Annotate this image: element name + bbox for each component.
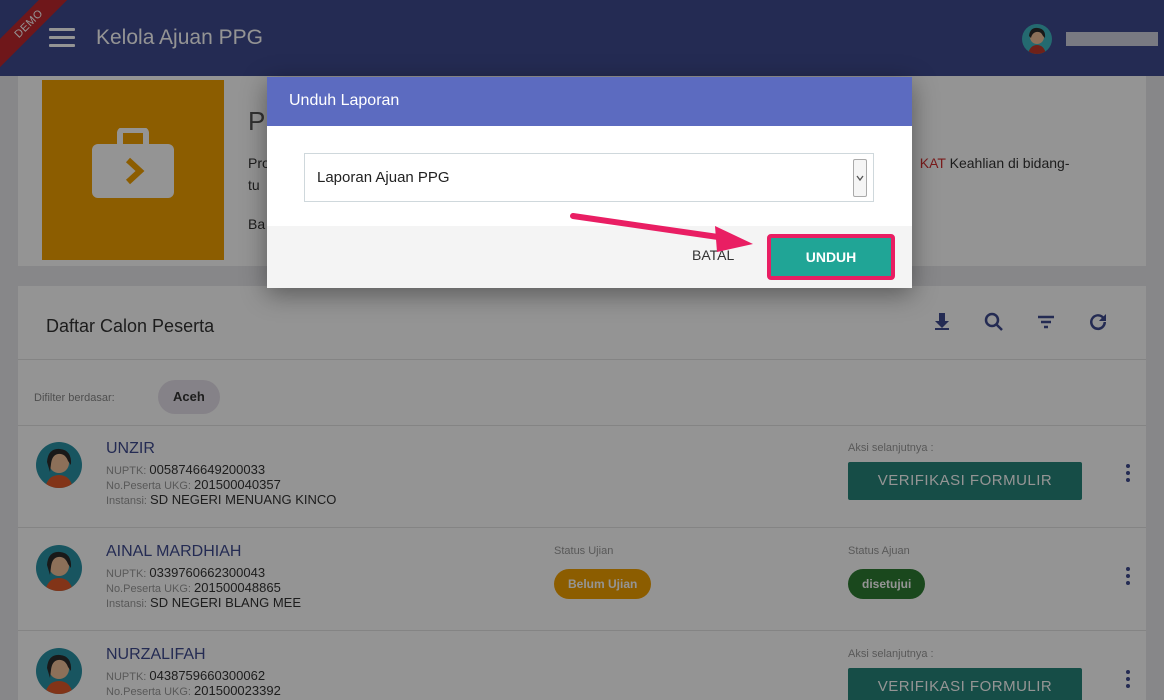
arrow-annotation [570, 213, 753, 252]
dialog-title: Unduh Laporan [289, 92, 400, 109]
report-type-select[interactable]: Laporan Ajuan PPG [304, 153, 874, 202]
report-type-value: Laporan Ajuan PPG [317, 169, 450, 186]
chevron-down-icon[interactable] [853, 159, 867, 197]
dialog-header: Unduh Laporan [267, 77, 912, 126]
download-button[interactable]: UNDUH [771, 238, 891, 276]
